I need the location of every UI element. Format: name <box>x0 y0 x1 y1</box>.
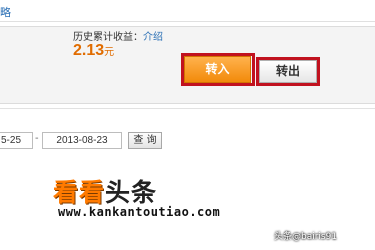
top-nav-link[interactable]: 略 <box>0 4 11 20</box>
query-button[interactable]: 查 询 <box>128 132 162 149</box>
end-date-input[interactable]: 2013-08-23 <box>42 132 122 149</box>
transfer-out-button[interactable]: 转出 <box>259 60 317 83</box>
watermark-logo-part1: 看看 <box>53 178 106 207</box>
income-amount: 2.13 <box>73 42 105 59</box>
cumulative-income-value: 2.13元 <box>73 42 114 60</box>
top-bar: 略 <box>0 0 375 22</box>
cumulative-income-label: 历史累计收益：介绍 <box>73 28 163 43</box>
watermark-corner-text: 头条@bairis91 <box>274 232 338 242</box>
intro-link[interactable]: 介绍 <box>143 32 163 43</box>
watermark-url: www.kankantoutiao.com <box>58 205 221 219</box>
transfer-in-button[interactable]: 转入 <box>184 56 251 83</box>
income-unit: 元 <box>104 47 115 58</box>
watermark-logo-part2: 头条 <box>105 178 158 207</box>
watermark-logo: 看看头条 <box>53 173 157 209</box>
start-date-input[interactable]: 5-25 <box>0 132 33 149</box>
date-separator: - <box>35 133 39 144</box>
